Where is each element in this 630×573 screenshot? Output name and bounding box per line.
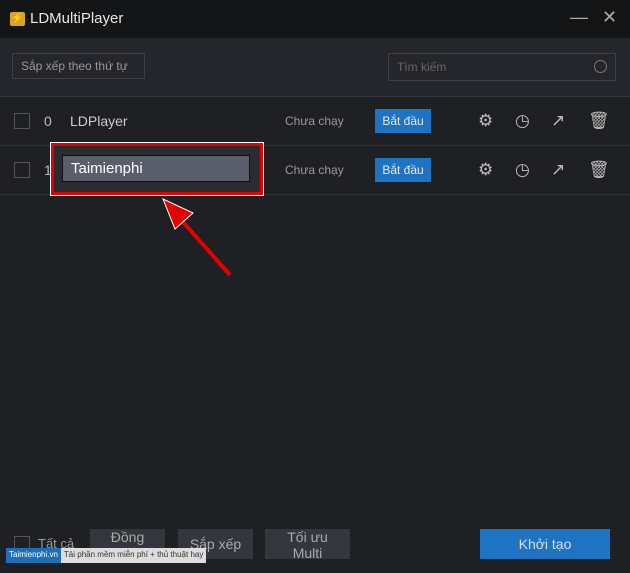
player-status: Chưa chạy bbox=[285, 114, 344, 128]
highlight-box bbox=[50, 142, 264, 196]
player-row: 0 LDPlayer Chưa chạy Bắt đầu ⚙ ◷ ↗ 🗑 bbox=[0, 97, 630, 146]
start-button[interactable]: Bắt đầu bbox=[375, 158, 431, 182]
watermark-brand: Taimienphi.vn bbox=[6, 548, 61, 563]
create-button[interactable]: Khởi tạo bbox=[480, 529, 610, 559]
optimize-button[interactable]: Tối ưu Multi bbox=[265, 529, 350, 561]
minimize-button[interactable]: — bbox=[570, 7, 588, 28]
settings-icon[interactable]: ⚙ bbox=[478, 111, 493, 131]
app-logo-icon: ⚡ bbox=[10, 12, 25, 26]
player-name: LDPlayer bbox=[70, 113, 128, 129]
watermark-tagline: Tải phần mềm miễn phí + thủ thuật hay bbox=[60, 548, 207, 563]
delete-icon[interactable]: 🗑 bbox=[588, 111, 610, 131]
player-index: 0 bbox=[44, 113, 52, 129]
pointer-arrow-icon bbox=[162, 198, 232, 277]
sort-dropdown[interactable]: Sắp xếp theo thứ tự bbox=[12, 53, 145, 79]
player-status: Chưa chạy bbox=[285, 163, 344, 177]
settings-icon[interactable]: ⚙ bbox=[478, 160, 493, 180]
start-button[interactable]: Bắt đầu bbox=[375, 109, 431, 133]
close-button[interactable]: ✕ bbox=[602, 7, 617, 28]
toolbar: Sắp xếp theo thứ tự bbox=[0, 38, 630, 97]
delete-icon[interactable]: 🗑 bbox=[588, 160, 610, 180]
shortcut-icon[interactable]: ↗ bbox=[551, 111, 565, 131]
bottom-bar: Tất cả Đồng loạt Sắp xếp Tối ưu Multi Kh… bbox=[0, 516, 630, 573]
history-icon[interactable]: ◷ bbox=[515, 111, 530, 131]
row-checkbox[interactable] bbox=[14, 113, 30, 129]
watermark: Taimienphi.vn Tải phần mềm miễn phí + th… bbox=[6, 548, 207, 563]
window-title: LDMultiPlayer bbox=[30, 10, 124, 27]
search-icon[interactable] bbox=[594, 60, 607, 73]
title-bar: ⚡ LDMultiPlayer — ✕ bbox=[0, 0, 630, 38]
row-checkbox[interactable] bbox=[14, 162, 30, 178]
shortcut-icon[interactable]: ↗ bbox=[551, 160, 565, 180]
search-input[interactable] bbox=[388, 53, 616, 81]
history-icon[interactable]: ◷ bbox=[515, 160, 530, 180]
rename-input[interactable] bbox=[62, 155, 250, 182]
